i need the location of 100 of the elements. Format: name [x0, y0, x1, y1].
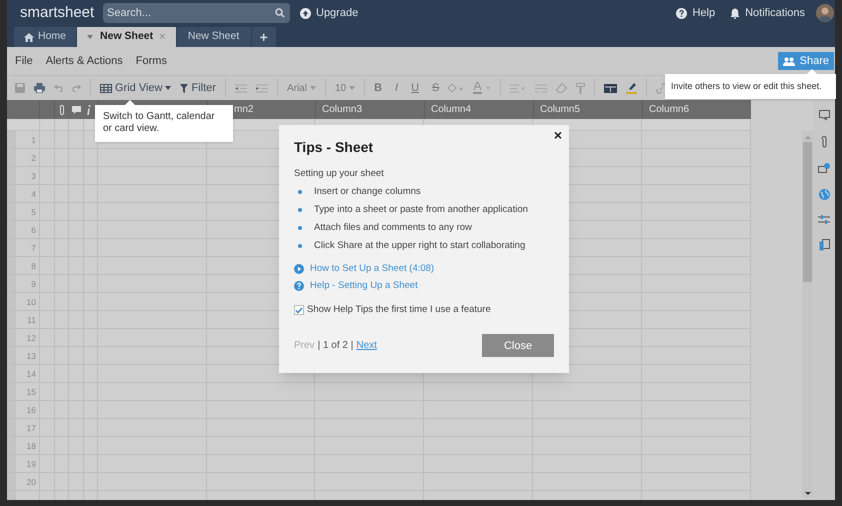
caret-icon	[165, 86, 172, 90]
fill-color-icon[interactable]	[448, 83, 464, 93]
close-icon[interactable]: ×	[159, 28, 166, 46]
menu-item[interactable]: File	[15, 52, 33, 70]
sliders-icon[interactable]	[818, 215, 830, 224]
comment-icon[interactable]	[818, 110, 830, 121]
tooltip-text: Invite others to view or edit this sheet.	[671, 80, 822, 93]
menu-item[interactable]: Alerts & Actions	[46, 52, 123, 70]
row-handle[interactable]	[7, 347, 16, 364]
row-handle[interactable]	[7, 311, 16, 328]
help-button[interactable]: Help	[676, 4, 716, 22]
link[interactable]: How to Set Up a Sheet (4:08)	[310, 263, 434, 275]
indent-icon[interactable]	[256, 84, 268, 92]
save-icon[interactable]	[15, 83, 25, 93]
align-icon[interactable]	[510, 84, 526, 92]
outdent-icon[interactable]	[234, 84, 247, 92]
logo[interactable]: smartsheet	[20, 2, 100, 24]
tab[interactable]: Home	[14, 27, 76, 47]
row-handle[interactable]	[7, 437, 16, 454]
row-number: 9	[30, 278, 37, 291]
row-handle[interactable]	[7, 131, 16, 148]
row-number: 7	[30, 242, 37, 255]
row-number: 4	[30, 188, 37, 201]
caret-icon	[87, 35, 94, 39]
close-button[interactable]: Close	[482, 334, 554, 358]
share-button[interactable]: Share	[778, 52, 834, 70]
text-color-icon[interactable]	[473, 82, 492, 94]
row-handle[interactable]	[7, 365, 16, 382]
row-handle[interactable]	[7, 383, 16, 400]
format-button[interactable]: I	[395, 80, 398, 96]
scrollbar-thumb[interactable]	[803, 142, 812, 282]
row-handle[interactable]	[7, 455, 16, 472]
help-icon	[294, 281, 304, 291]
row-handle[interactable]	[7, 203, 16, 220]
updates-icon[interactable]	[818, 163, 830, 174]
print-icon[interactable]	[34, 83, 45, 93]
highlighter-icon[interactable]	[626, 82, 638, 94]
row-number: 6	[30, 224, 37, 237]
undo-icon[interactable]	[54, 84, 63, 92]
close-button[interactable]: ×	[554, 127, 562, 143]
row-handle[interactable]	[7, 149, 16, 166]
bell-icon	[730, 8, 740, 18]
row-handle[interactable]	[7, 221, 16, 238]
row-number: 16	[26, 404, 37, 417]
tab[interactable]: New Sheet	[176, 27, 251, 47]
tab[interactable]: +	[252, 27, 276, 47]
eraser-icon[interactable]	[556, 83, 568, 93]
grid-view-dropdown[interactable]: Grid View	[100, 80, 172, 96]
format-button[interactable]: B	[374, 80, 382, 96]
row-number: 13	[26, 350, 37, 363]
row-number: 20	[26, 476, 37, 489]
wrap-text-icon[interactable]	[535, 84, 548, 92]
format-button[interactable]: S	[432, 80, 440, 96]
row-number: 17	[26, 422, 37, 435]
list-item: Click Share at the upper right to start collaborating	[314, 240, 526, 252]
format-painter-icon[interactable]	[576, 82, 586, 94]
info-icon	[87, 104, 91, 114]
row-handle[interactable]	[7, 185, 16, 202]
row-number: 19	[26, 458, 37, 471]
row-handle[interactable]	[7, 293, 16, 310]
format-button[interactable]: U	[411, 80, 420, 96]
row-number: 3	[30, 170, 37, 183]
link[interactable]: Help - Setting Up a Sheet	[310, 280, 418, 292]
notifications-button[interactable]: Notifications	[730, 4, 805, 22]
home-icon	[24, 32, 34, 42]
people-icon	[782, 56, 795, 66]
menu-item[interactable]: Forms	[136, 52, 167, 70]
row-handle[interactable]	[7, 167, 16, 184]
font-size-dropdown[interactable]: 10	[334, 80, 356, 96]
pages-icon[interactable]	[818, 239, 830, 251]
dialog-title: Tips - Sheet	[294, 139, 374, 155]
row-number: 18	[26, 440, 37, 453]
row-handle[interactable]	[7, 329, 16, 346]
row-number: 5	[30, 206, 37, 219]
row-handle[interactable]	[7, 473, 16, 490]
filter-button[interactable]: Filter	[180, 80, 216, 96]
row-handle[interactable]	[7, 257, 16, 274]
row-number: 12	[26, 332, 37, 345]
font-dropdown[interactable]: Arial	[286, 80, 316, 96]
paperclip-icon[interactable]	[820, 136, 828, 148]
row-number: 2	[30, 152, 37, 165]
redo-icon[interactable]	[72, 84, 81, 92]
row-handle[interactable]	[7, 275, 16, 292]
card-layout-icon[interactable]	[604, 84, 618, 92]
row-handle[interactable]	[7, 401, 16, 418]
next-link[interactable]: Next	[356, 338, 377, 354]
upgrade-button[interactable]: Upgrade	[300, 4, 358, 22]
row-handle[interactable]	[7, 239, 16, 256]
search-field[interactable]: Search...	[103, 3, 290, 23]
row-handle[interactable]	[7, 419, 16, 436]
bullet-icon	[298, 244, 302, 248]
table-cell	[69, 119, 84, 131]
checkbox-label[interactable]: Show Help Tips the first time I use a feature	[307, 303, 491, 318]
avatar-icon[interactable]	[816, 4, 834, 22]
row-number: 10	[26, 296, 37, 309]
search-icon[interactable]	[275, 8, 285, 18]
page-indicator: | 1 of 2 |	[318, 339, 354, 354]
globe-icon[interactable]	[818, 189, 830, 200]
tab[interactable]: New Sheet ×	[77, 27, 176, 47]
checkbox[interactable]	[294, 305, 304, 316]
